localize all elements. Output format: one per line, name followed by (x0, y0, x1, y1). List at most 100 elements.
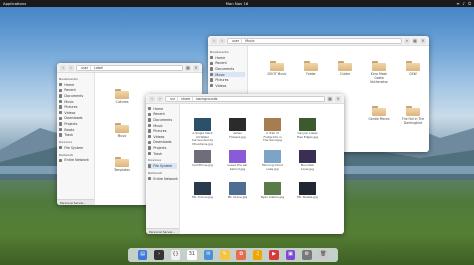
image-thumbnail[interactable] (194, 118, 211, 131)
home-icon (59, 83, 63, 87)
folder-label[interactable]: Templates (109, 168, 135, 173)
sidebar-footer: Personal Server... (57, 199, 94, 205)
breadcrumb[interactable]: user Music (227, 37, 402, 44)
folder-label[interactable]: DOOT Music (264, 72, 290, 77)
image-label[interactable]: A Trail of Footprints in The Sand.jpg (261, 131, 285, 143)
picture-icon (148, 129, 152, 133)
videos-icon[interactable]: ▶ (269, 250, 279, 260)
sidebar-item-trash[interactable]: Trash (59, 132, 92, 138)
back-icon[interactable]: ‹ (60, 64, 66, 71)
folder-icon[interactable] (372, 106, 386, 116)
close-icon[interactable]: × (420, 37, 426, 44)
image-label[interactable]: Cell Phone.jpg (191, 163, 215, 168)
sidebar-item-entire-network[interactable]: Entire Network (59, 158, 92, 164)
dock: ▤ › {} 31 ✉ ✎ ✿ ♫ ▶ ▣ ⚙ 🗑 (128, 248, 338, 262)
folder-icon (148, 146, 152, 150)
image-thumbnail[interactable] (194, 150, 211, 163)
image-label[interactable]: Mountain Lines.jpg (296, 163, 320, 171)
breadcrumb[interactable]: user Label (76, 64, 183, 71)
image-thumbnail[interactable] (299, 150, 316, 163)
home-icon (210, 56, 214, 60)
forward-icon[interactable]: › (157, 95, 163, 102)
folder-icon[interactable] (406, 106, 420, 116)
sidebar-item-trash[interactable]: Trash (148, 151, 177, 157)
image-label[interactable]: Ashes Flowers.jpg (226, 131, 250, 139)
breadcrumb[interactable]: usr share backgrounds (165, 95, 325, 102)
sidebar-item-videos[interactable]: Videos (210, 83, 245, 89)
folder-icon[interactable] (372, 61, 386, 71)
image-label[interactable]: Mt. Crocus.jpg (191, 195, 215, 200)
sidebar-heading: Devices (59, 139, 73, 144)
code-icon[interactable]: {} (170, 250, 181, 260)
image-label[interactable]: Mt. Grace.jpg (226, 195, 250, 200)
store-icon[interactable]: ▣ (285, 250, 296, 260)
folder-icon[interactable] (115, 123, 129, 133)
image-label[interactable]: Morning Cloud Lake.jpg (261, 163, 285, 171)
folder-label[interactable]: Kirra Mash Gaeta Nutherwise (366, 72, 392, 84)
crumb-segment[interactable]: backgrounds (194, 97, 219, 101)
view-icon[interactable]: ▦ (412, 37, 418, 44)
forward-icon[interactable]: › (68, 64, 74, 71)
music-icon (210, 72, 214, 77)
clock[interactable]: Mon Nov 16 (0, 1, 474, 6)
image-label[interactable]: A Single Slack All Water Surrounded by M… (191, 131, 215, 146)
close-icon[interactable]: × (335, 95, 341, 102)
crumb-segment[interactable]: usr (168, 96, 179, 101)
sidebar-item-entire-network[interactable]: Entire Network (148, 176, 178, 182)
image-thumbnail[interactable] (229, 182, 246, 195)
drive-icon (148, 164, 152, 168)
image-label[interactable]: Canyon Lakes Tree Edges.jpg (296, 131, 320, 139)
image-label[interactable]: Leave the ear behind.jpg (226, 163, 250, 171)
close-icon[interactable]: × (193, 64, 199, 71)
folder-label[interactable]: GSW (400, 72, 426, 77)
notes-icon[interactable]: ✎ (220, 250, 230, 260)
image-thumbnail[interactable] (264, 182, 281, 195)
folder-icon[interactable] (270, 61, 284, 71)
calendar-icon[interactable]: 31 (187, 250, 197, 260)
view-icon[interactable]: ▦ (327, 95, 333, 102)
terminal-icon[interactable]: › (154, 250, 164, 260)
image-grid: A Single Slack All Water Surrounded by M… (180, 104, 344, 234)
file-manager-window-backgrounds[interactable]: ‹ › usr share backgrounds ▦ × Home Recen… (146, 94, 344, 234)
sidebar-item-file-system[interactable]: File System (59, 145, 92, 151)
crumb-segment[interactable]: user (230, 38, 243, 43)
image-thumbnail[interactable] (299, 182, 316, 195)
back-icon[interactable]: ‹ (211, 37, 217, 44)
crumb-segment[interactable]: share (179, 96, 194, 101)
folder-label[interactable]: Folder (298, 72, 324, 77)
image-label[interactable]: Ryan Adams.jpg (261, 195, 285, 200)
folder-label[interactable]: Clutter (332, 72, 358, 77)
view-icon[interactable]: ▦ (185, 64, 191, 71)
folder-icon[interactable] (406, 61, 420, 71)
forward-icon[interactable]: › (219, 37, 225, 44)
crumb-segment[interactable]: Music (243, 39, 256, 43)
image-thumbnail[interactable] (264, 150, 281, 163)
sidebar-item-file-system[interactable]: File System (148, 163, 177, 169)
settings-icon[interactable]: ⚙ (302, 250, 312, 260)
folder-label[interactable]: Gentle Pieces (366, 117, 392, 122)
photos-icon[interactable]: ✿ (236, 250, 246, 260)
video-icon (59, 111, 63, 115)
folder-icon[interactable] (338, 61, 352, 71)
search-icon[interactable]: ⌕ (404, 37, 410, 44)
image-thumbnail[interactable] (229, 118, 246, 131)
back-icon[interactable]: ‹ (149, 95, 155, 102)
folder-label[interactable]: Music (109, 134, 135, 139)
image-thumbnail[interactable] (299, 118, 316, 131)
crumb-segment[interactable]: Label (92, 66, 105, 70)
folder-icon[interactable] (304, 61, 318, 71)
crumb-segment[interactable]: user (79, 65, 92, 70)
image-thumbnail[interactable] (264, 118, 281, 131)
mail-icon[interactable]: ✉ (203, 250, 214, 260)
image-label[interactable]: Mt. Shasta.jpg (296, 195, 320, 200)
folder-icon[interactable] (115, 89, 129, 99)
image-thumbnail[interactable] (229, 150, 246, 163)
folder-label[interactable]: The Fall in The Darkingbird (400, 117, 426, 126)
folder-icon[interactable] (115, 157, 129, 167)
image-thumbnail[interactable] (194, 182, 211, 195)
music-icon[interactable]: ♫ (252, 250, 263, 260)
trash-icon[interactable]: 🗑 (318, 250, 329, 260)
folder-label[interactable]: Cultures (109, 100, 135, 105)
sidebar-heading: Network (59, 152, 74, 157)
files-icon[interactable]: ▤ (137, 250, 148, 260)
